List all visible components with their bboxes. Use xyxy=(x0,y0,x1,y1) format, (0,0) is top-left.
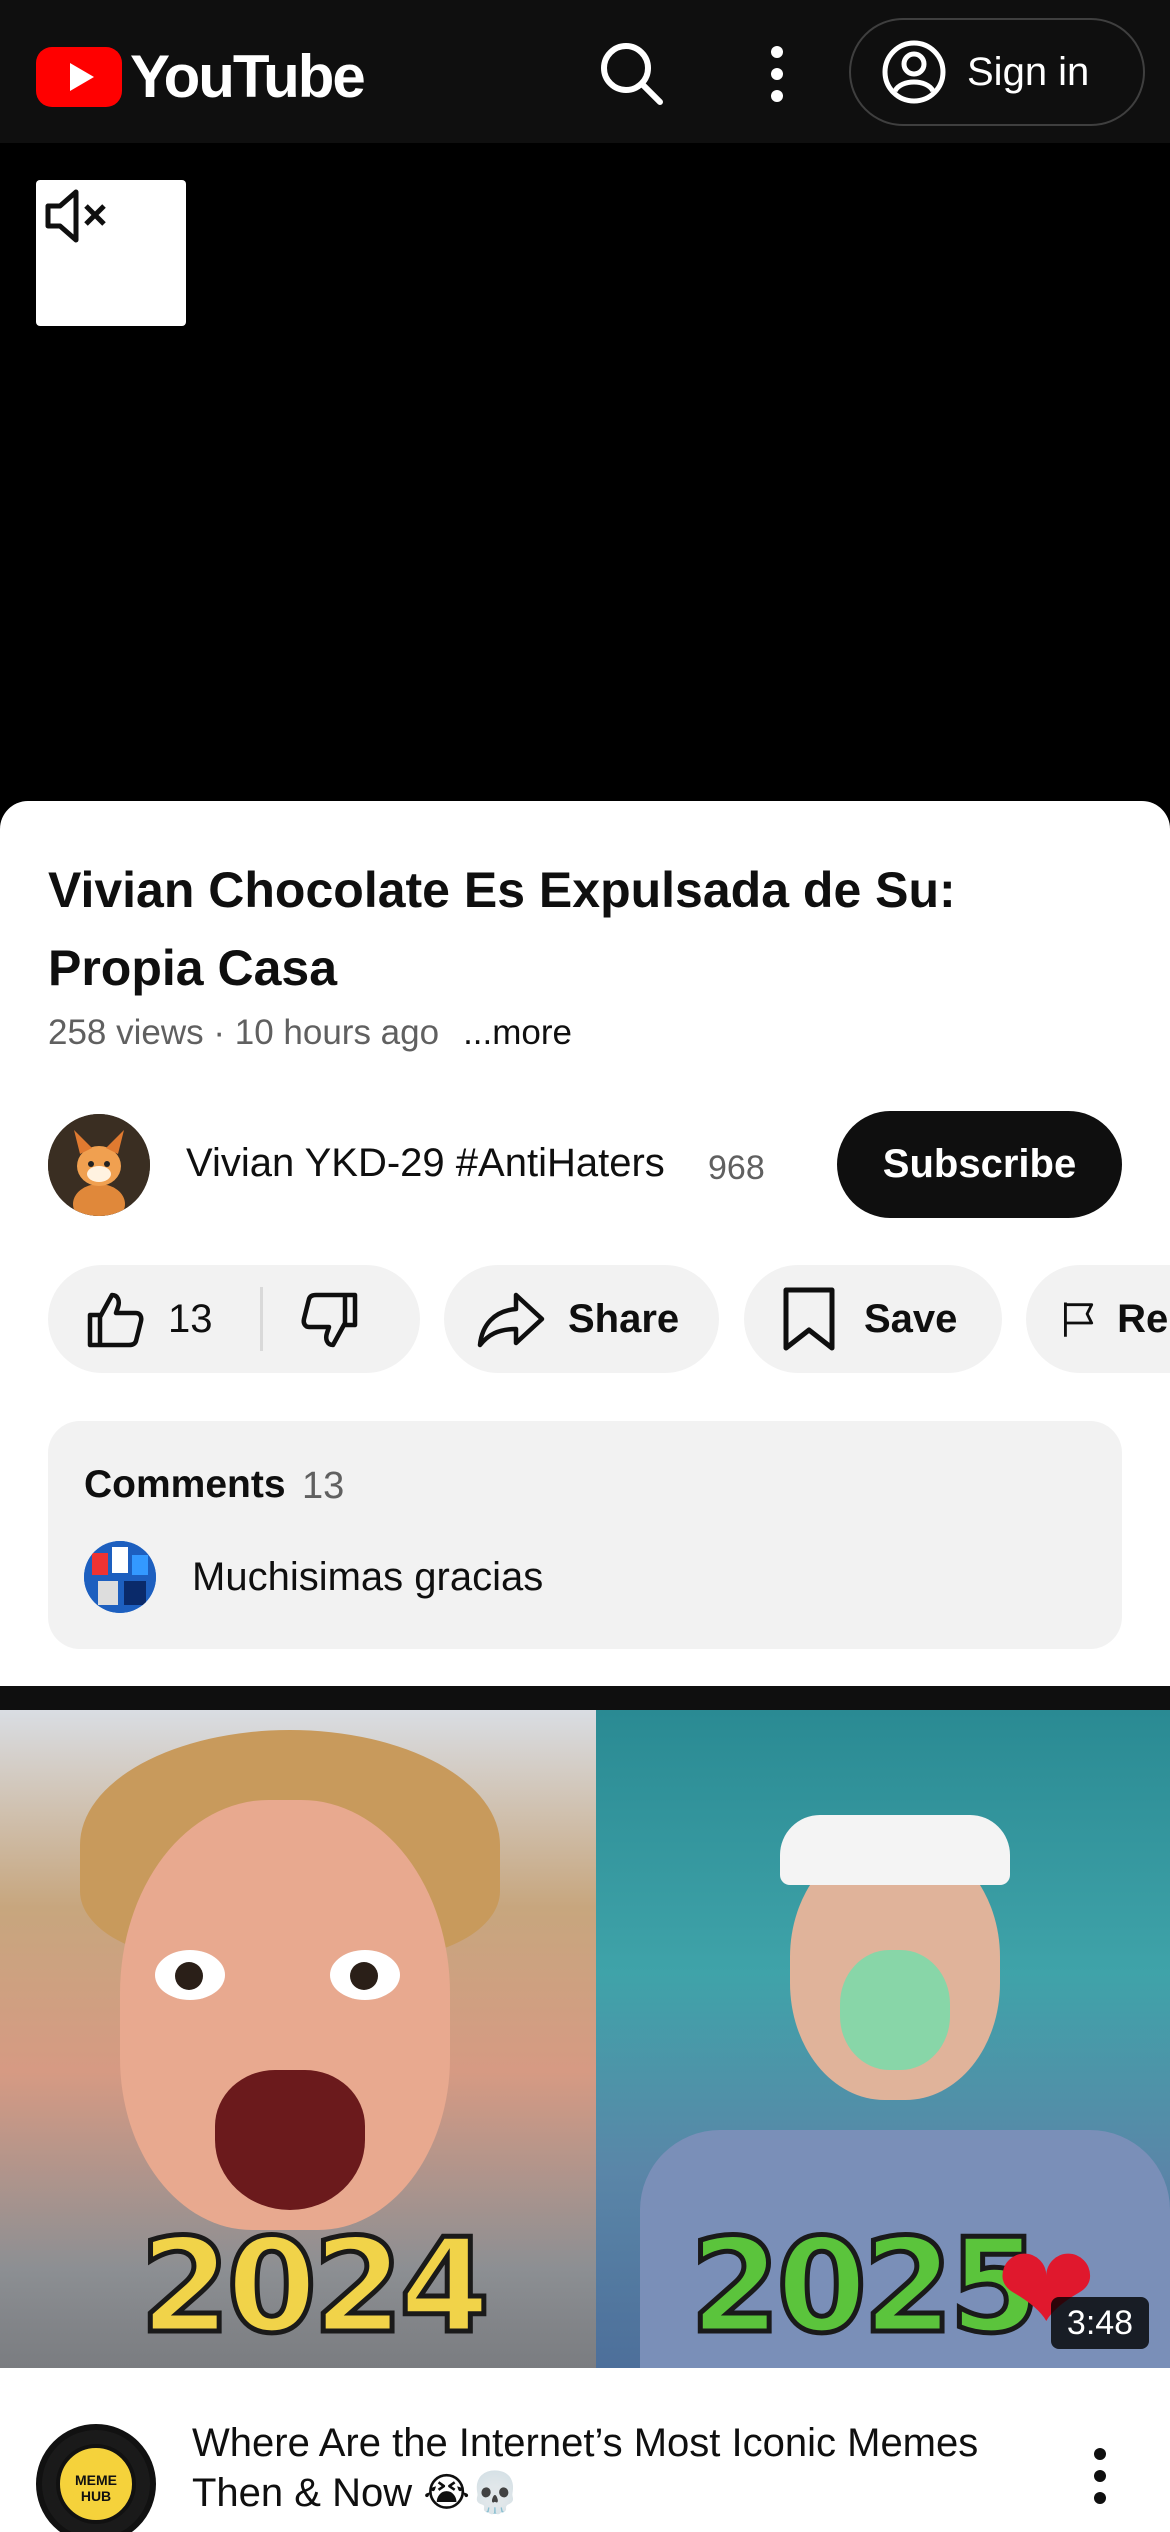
report-button[interactable]: Report xyxy=(1026,1265,1170,1373)
next-video-thumbnail[interactable]: 2024 2025 ❤ 3:48 xyxy=(0,1710,1170,2368)
upload-age: 10 hours ago xyxy=(234,1013,440,1052)
video-player[interactable] xyxy=(0,143,1170,801)
vertical-dots-icon xyxy=(1094,2448,1106,2504)
like-dislike-pill: 13 xyxy=(48,1265,420,1373)
sign-in-button[interactable]: Sign in xyxy=(849,18,1145,126)
share-label: Share xyxy=(568,1296,680,1341)
logo-text: YouTube xyxy=(130,43,366,110)
top-app-bar: YouTube Sign in xyxy=(0,0,1170,143)
comments-count: 13 xyxy=(302,1465,345,1507)
action-bar: 13 Share Save Report xyxy=(48,1265,1170,1373)
eye-shape xyxy=(155,1950,225,2000)
view-count: 258 views xyxy=(48,1013,204,1052)
bookmark-icon xyxy=(783,1287,835,1351)
mouth-shape xyxy=(215,2070,365,2210)
thumbnail-year-right: 2025 xyxy=(688,2208,1043,2365)
video-details-panel: Vivian Chocolate Es Expulsada de Su: Pro… xyxy=(0,801,1170,1686)
next-video-info[interactable]: MEME HUB Where Are the Internet’s Most I… xyxy=(0,2368,1170,2532)
video-meta[interactable]: 258 views · 10 hours ago ...more xyxy=(48,1013,572,1053)
more-options-button[interactable] xyxy=(752,36,802,112)
dislike-button[interactable] xyxy=(263,1265,420,1373)
next-channel-avatar[interactable]: MEME HUB xyxy=(36,2424,156,2532)
save-label: Save xyxy=(864,1296,958,1341)
next-video-title[interactable]: Where Are the Internet’s Most Iconic Mem… xyxy=(192,2418,1052,2518)
account-icon xyxy=(882,40,946,104)
headband-shape xyxy=(780,1815,1010,1885)
top-comment-text: Muchisimas gracias xyxy=(192,1555,544,1599)
comments-heading: Comments xyxy=(84,1463,286,1506)
channel-row: Vivian YKD-29 #AntiHaters 968 Subscribe xyxy=(48,1111,1122,1221)
vertical-dots-icon xyxy=(771,46,783,102)
unmute-button[interactable] xyxy=(36,180,186,326)
commenter-avatar-image xyxy=(84,1541,156,1613)
comments-teaser[interactable]: Comments 13 Muchisimas gracias xyxy=(48,1421,1122,1649)
section-divider xyxy=(0,1686,1170,1710)
youtube-logo[interactable]: YouTube xyxy=(36,42,366,111)
meme-hub-badge: MEME HUB xyxy=(56,2444,136,2524)
flag-icon xyxy=(1063,1302,1094,1337)
meta-separator: · xyxy=(203,1013,235,1052)
search-button[interactable] xyxy=(594,36,670,112)
thumb-up-icon xyxy=(87,1292,144,1348)
thumbnail-year-left: 2024 xyxy=(138,2208,493,2365)
like-button[interactable]: 13 xyxy=(48,1265,260,1373)
channel-name[interactable]: Vivian YKD-29 #AntiHaters xyxy=(186,1141,665,1186)
fox-character-avatar xyxy=(48,1114,150,1216)
eye-shape xyxy=(330,1950,400,2000)
muted-speaker-icon xyxy=(45,189,106,243)
share-button[interactable]: Share xyxy=(444,1265,719,1373)
report-label: Report xyxy=(1117,1296,1170,1341)
video-duration-badge: 3:48 xyxy=(1051,2297,1149,2349)
save-button[interactable]: Save xyxy=(744,1265,1002,1373)
thumb-down-icon xyxy=(301,1292,358,1348)
like-count: 13 xyxy=(168,1297,213,1341)
channel-avatar[interactable] xyxy=(48,1114,150,1216)
subscriber-count: 968 xyxy=(708,1149,765,1187)
more-link[interactable]: ...more xyxy=(463,1013,572,1052)
commenter-avatar xyxy=(84,1541,156,1613)
sign-in-label: Sign in xyxy=(967,49,1090,94)
youtube-play-icon xyxy=(36,46,122,107)
search-icon xyxy=(601,43,663,105)
oxygen-mask-shape xyxy=(840,1950,950,2070)
next-video-menu-button[interactable] xyxy=(1080,2440,1120,2516)
subscribe-button[interactable]: Subscribe xyxy=(837,1111,1122,1218)
video-title[interactable]: Vivian Chocolate Es Expulsada de Su: Pro… xyxy=(48,851,1008,1007)
share-icon xyxy=(477,1292,545,1348)
